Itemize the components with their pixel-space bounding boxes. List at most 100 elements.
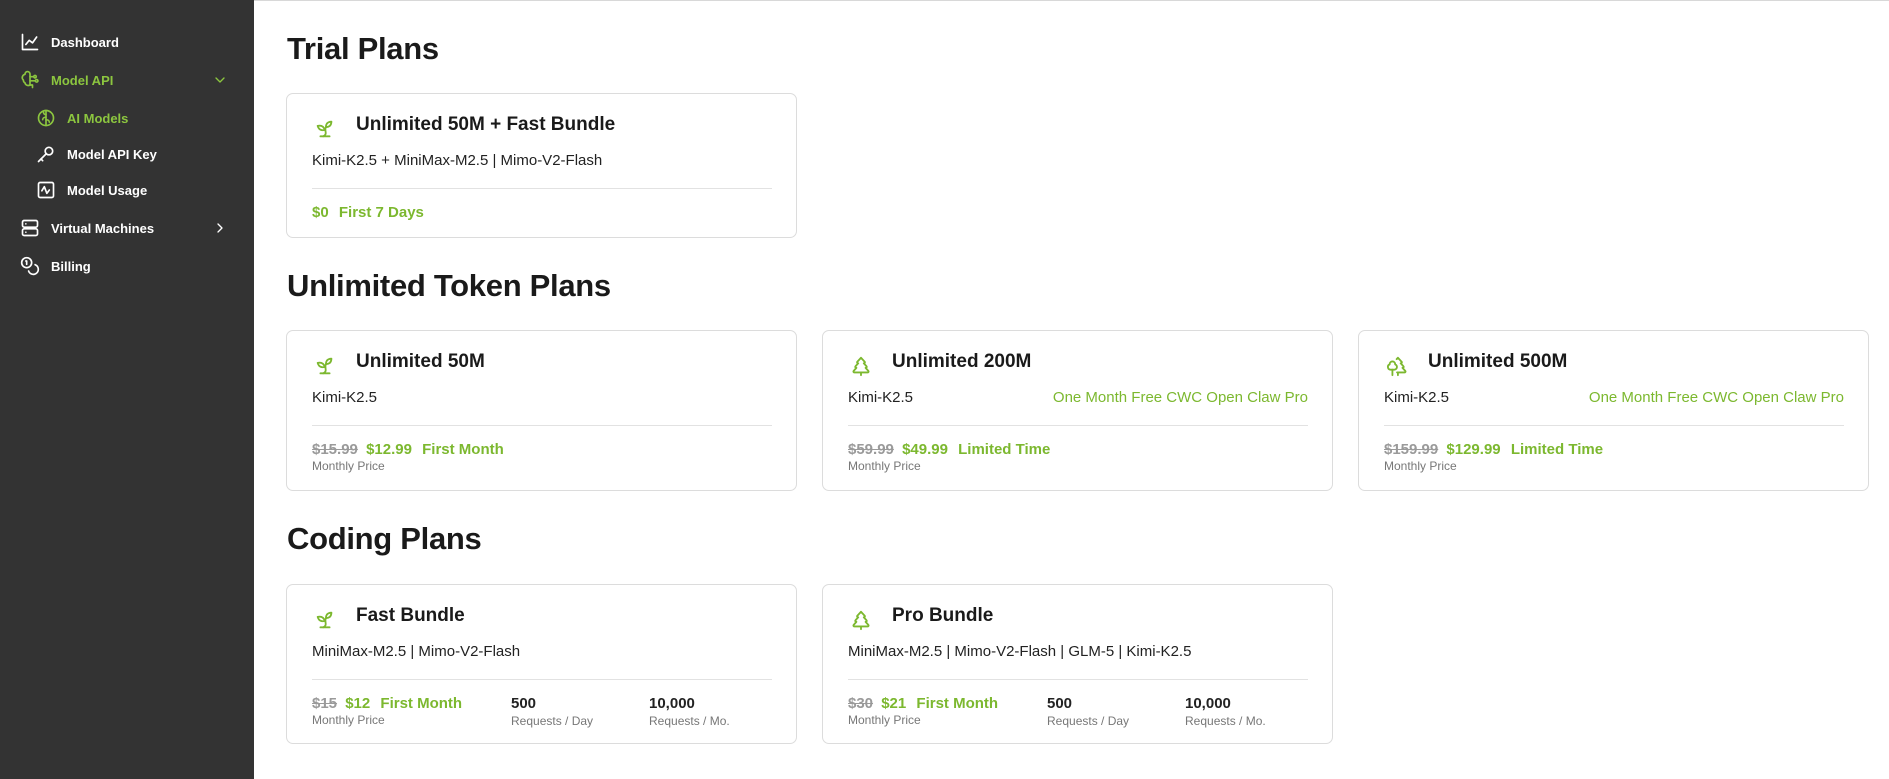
plan-models: MiniMax-M2.5 | Mimo-V2-Flash xyxy=(312,643,521,660)
price-row: $15 $12 First Month xyxy=(312,695,462,712)
tree-pine-icon xyxy=(850,355,872,377)
brain-icon xyxy=(36,108,56,128)
card-divider xyxy=(312,679,772,680)
activity-icon xyxy=(36,180,56,200)
price-caption: Monthly Price xyxy=(312,713,385,727)
tree-pine-icon xyxy=(850,609,872,631)
chart-line-icon xyxy=(20,32,40,52)
requests-per-month: 10,000 Requests / Mo. xyxy=(1185,695,1266,728)
sidebar-item-model-usage[interactable]: Model Usage xyxy=(0,175,254,205)
card-divider xyxy=(848,425,1308,426)
price-caption: Monthly Price xyxy=(1384,459,1457,473)
coins-icon xyxy=(20,256,40,276)
new-price: $49.99 xyxy=(902,441,948,458)
requests-per-day: 500 Requests / Day xyxy=(1047,695,1129,728)
price-row: $0 First 7 Days xyxy=(312,204,424,221)
price-note: First Month xyxy=(916,695,999,712)
sidebar-item-virtual-machines[interactable]: Virtual Machines xyxy=(0,213,254,243)
price-caption: Monthly Price xyxy=(848,713,921,727)
card-divider xyxy=(312,425,772,426)
old-price: $15 xyxy=(312,695,338,712)
stat-label: Requests / Day xyxy=(1047,714,1130,728)
plan-card-trial[interactable]: Unlimited 50M + Fast Bundle Kimi-K2.5 + … xyxy=(286,93,797,238)
sidebar-item-model-api[interactable]: Model API xyxy=(0,65,254,95)
sidebar-item-label: Billing xyxy=(51,258,91,274)
card-divider xyxy=(312,188,772,189)
plan-models: MiniMax-M2.5 | Mimo-V2-Flash | GLM-5 | K… xyxy=(848,643,1192,660)
old-price: $15.99 xyxy=(312,441,358,458)
price-row: $15.99 $12.99 First Month xyxy=(312,441,504,458)
plan-promo: One Month Free CWC Open Claw Pro xyxy=(1052,389,1308,406)
sidebar-item-ai-models[interactable]: AI Models xyxy=(0,103,254,133)
plan-title: Unlimited 500M xyxy=(1428,351,1568,372)
section-title-unlimited: Unlimited Token Plans xyxy=(287,268,611,303)
plan-card-unlimited-200m[interactable]: Unlimited 200M Kimi-K2.5 One Month Free … xyxy=(822,330,1333,491)
trees-icon xyxy=(1386,355,1408,377)
plan-title: Unlimited 200M xyxy=(892,351,1032,372)
plan-card-unlimited-500m[interactable]: Unlimited 500M Kimi-K2.5 One Month Free … xyxy=(1358,330,1869,491)
price-note: Limited Time xyxy=(1510,441,1604,458)
new-price: $129.99 xyxy=(1446,441,1501,458)
price-row: $30 $21 First Month xyxy=(848,695,998,712)
chevron-down-icon[interactable] xyxy=(212,72,228,88)
sidebar-item-label: Model API Key xyxy=(67,146,157,162)
sprout-icon xyxy=(314,118,336,140)
section-title-coding: Coding Plans xyxy=(287,521,482,556)
price-note: First Month xyxy=(380,695,463,712)
old-price: $59.99 xyxy=(848,441,894,458)
brain-circuit-icon xyxy=(20,70,40,90)
key-icon xyxy=(36,144,56,164)
stat-label: Requests / Mo. xyxy=(1185,714,1266,728)
requests-per-day: 500 Requests / Day xyxy=(511,695,593,728)
plan-title: Unlimited 50M + Fast Bundle xyxy=(356,114,616,135)
plan-models: Kimi-K2.5 xyxy=(848,389,914,406)
price-note: First 7 Days xyxy=(338,204,424,221)
card-divider xyxy=(1384,425,1844,426)
price-note: First Month xyxy=(422,441,504,458)
price-row: $59.99 $49.99 Limited Time xyxy=(848,441,1050,458)
header-divider xyxy=(254,0,1889,1)
chevron-right-icon[interactable] xyxy=(212,220,228,236)
plan-models: Kimi-K2.5 + MiniMax-M2.5 | Mimo-V2-Flash xyxy=(312,152,603,169)
old-price: $159.99 xyxy=(1384,441,1439,458)
plan-card-pro-bundle[interactable]: Pro Bundle MiniMax-M2.5 | Mimo-V2-Flash … xyxy=(822,584,1333,744)
price-note: Limited Time xyxy=(958,441,1051,458)
sidebar-item-model-api-key[interactable]: Model API Key xyxy=(0,139,254,169)
new-price: $0 xyxy=(312,204,329,221)
requests-per-month: 10,000 Requests / Mo. xyxy=(649,695,730,728)
new-price: $12 xyxy=(345,695,371,712)
card-divider xyxy=(848,679,1308,680)
sprout-icon xyxy=(314,355,336,377)
sidebar-item-billing[interactable]: Billing xyxy=(0,251,254,281)
sprout-icon xyxy=(314,609,336,631)
sidebar-item-label: AI Models xyxy=(67,110,129,126)
plan-card-unlimited-50m[interactable]: Unlimited 50M Kimi-K2.5 $15.99 $12.99 Fi… xyxy=(286,330,797,491)
server-icon xyxy=(20,218,40,238)
plan-models: Kimi-K2.5 xyxy=(312,389,378,406)
sidebar-item-label: Dashboard xyxy=(51,34,119,50)
sidebar-item-label: Model API xyxy=(51,72,114,88)
plan-promo: One Month Free CWC Open Claw Pro xyxy=(1588,389,1844,406)
sidebar-item-label: Virtual Machines xyxy=(51,220,155,236)
stat-value: 10,000 xyxy=(649,695,695,712)
stat-value: 500 xyxy=(511,695,537,712)
old-price: $30 xyxy=(848,695,874,712)
plan-title: Pro Bundle xyxy=(892,605,994,626)
price-row: $159.99 $129.99 Limited Time xyxy=(1384,441,1603,458)
stat-value: 10,000 xyxy=(1185,695,1231,712)
plan-card-fast-bundle[interactable]: Fast Bundle MiniMax-M2.5 | Mimo-V2-Flash… xyxy=(286,584,797,744)
stat-label: Requests / Mo. xyxy=(649,714,730,728)
section-title-trial: Trial Plans xyxy=(287,31,439,66)
plan-title: Fast Bundle xyxy=(356,605,465,626)
stat-value: 500 xyxy=(1047,695,1073,712)
sidebar: Dashboard Model API AI Models Model API … xyxy=(0,0,254,779)
sidebar-item-dashboard[interactable]: Dashboard xyxy=(0,27,254,57)
plan-title: Unlimited 50M xyxy=(356,351,485,372)
new-price: $21 xyxy=(881,695,907,712)
price-caption: Monthly Price xyxy=(312,459,385,473)
new-price: $12.99 xyxy=(366,441,412,458)
stat-label: Requests / Day xyxy=(511,714,594,728)
plan-models: Kimi-K2.5 xyxy=(1384,389,1450,406)
price-caption: Monthly Price xyxy=(848,459,921,473)
sidebar-item-label: Model Usage xyxy=(67,182,148,198)
